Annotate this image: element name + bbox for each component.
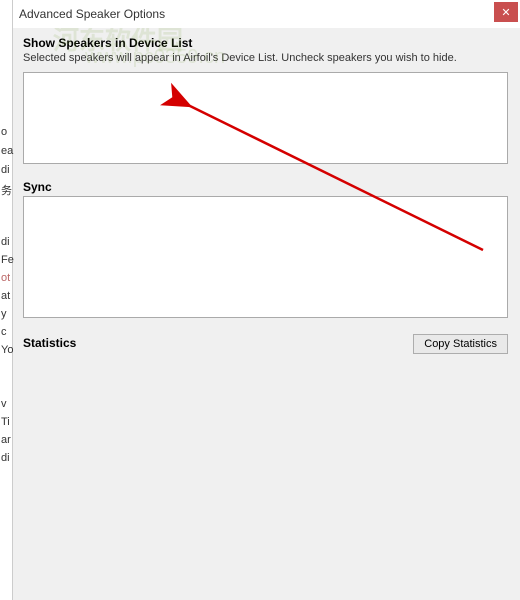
window-title: Advanced Speaker Options — [19, 7, 165, 21]
background-clip: o ea di 务 di Fe ot at y c Yo v Ti ar di — [0, 0, 12, 600]
statistics-section-title: Statistics — [23, 336, 76, 350]
dialog-window: 河东软件园 www.pc0359.cn Advanced Speaker Opt… — [12, 0, 520, 600]
sync-section-title: Sync — [23, 180, 508, 194]
speakers-section-description: Selected speakers will appear in Airfoil… — [23, 52, 508, 64]
speakers-section-title: Show Speakers in Device List — [23, 36, 508, 50]
copy-statistics-button[interactable]: Copy Statistics — [413, 334, 508, 354]
close-button[interactable]: ✕ — [494, 2, 518, 22]
titlebar: Advanced Speaker Options ✕ — [13, 0, 520, 28]
dialog-content: Show Speakers in Device List Selected sp… — [13, 28, 520, 372]
close-icon: ✕ — [501, 6, 510, 19]
speakers-list-panel[interactable] — [23, 72, 508, 164]
sync-panel[interactable] — [23, 196, 508, 318]
